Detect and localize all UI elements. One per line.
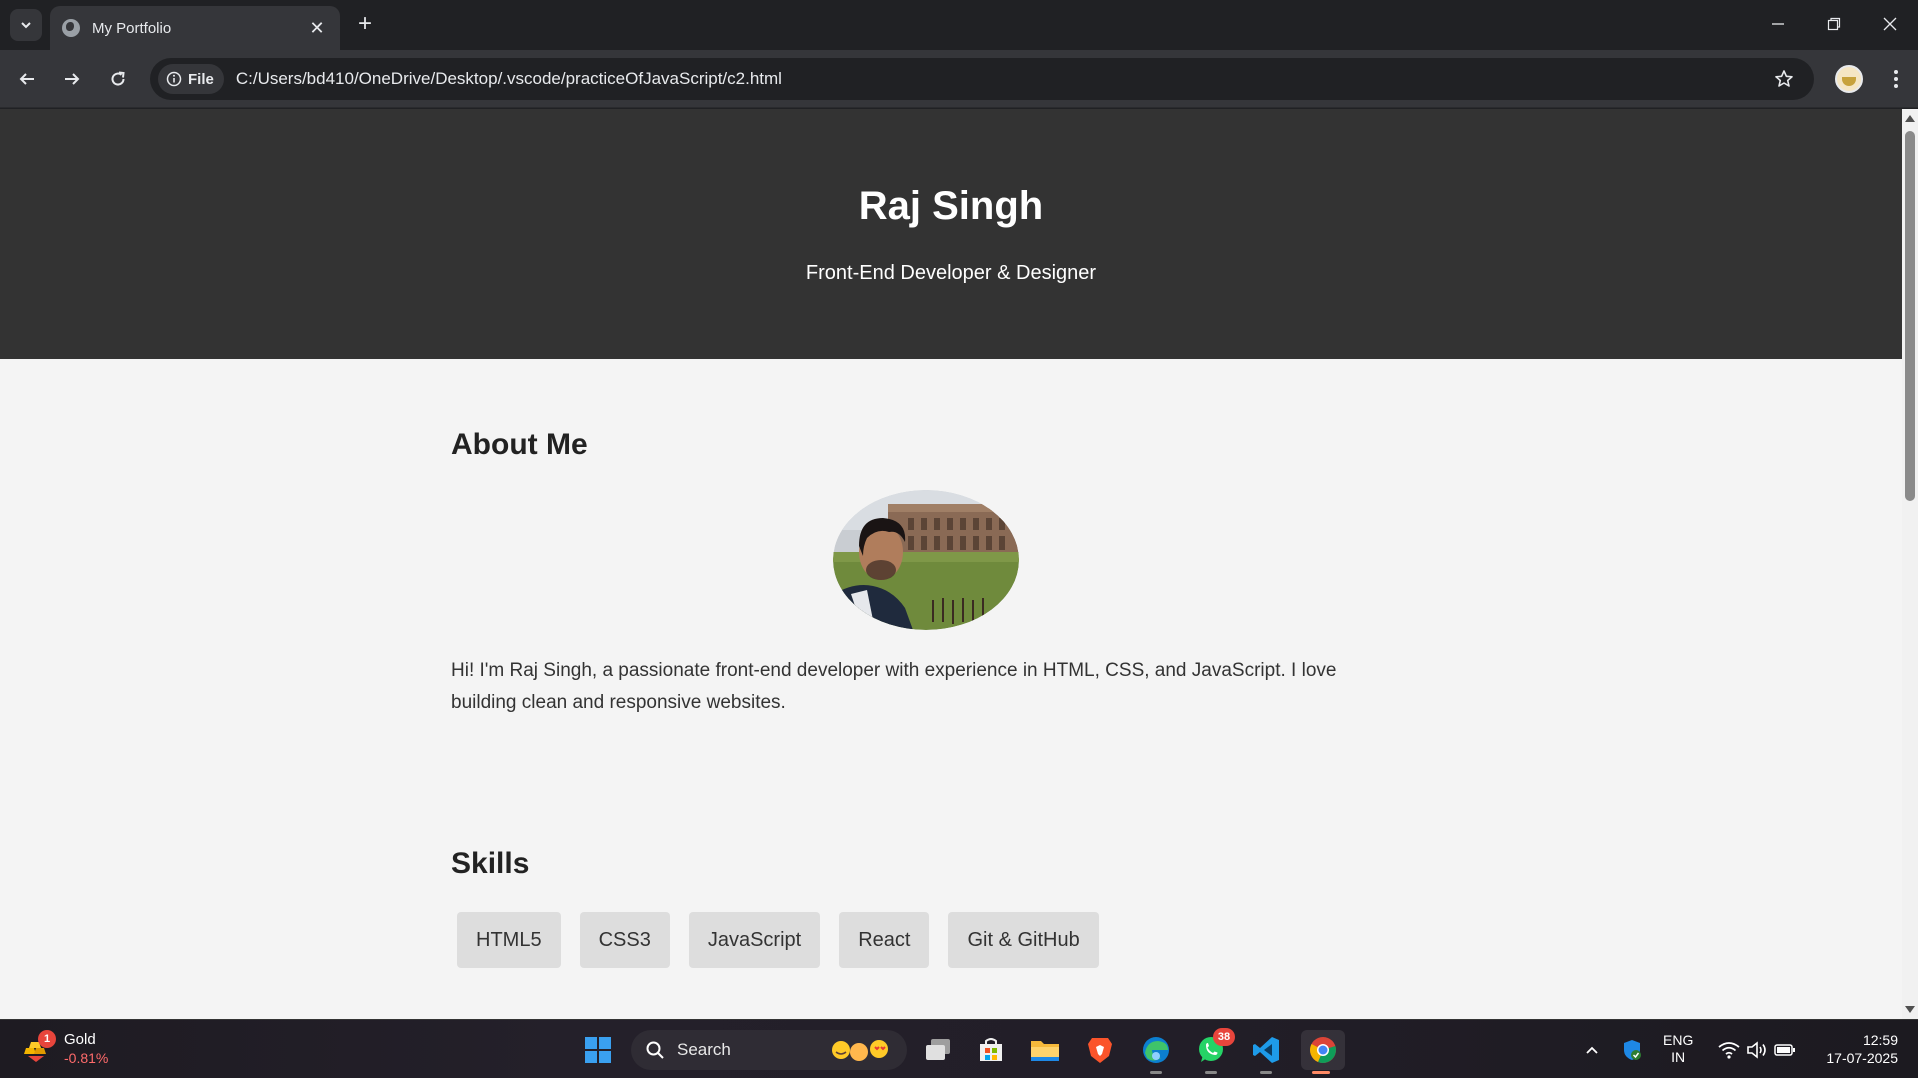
microsoft-store-button[interactable] (971, 1030, 1011, 1070)
reload-icon (111, 71, 125, 86)
skills-list: HTML5 CSS3 JavaScript React Git & GitHub (451, 912, 1401, 968)
vscode-icon (1253, 1037, 1279, 1063)
vertical-scrollbar[interactable] (1902, 109, 1918, 1019)
url-text[interactable]: C:/Users/bd410/OneDrive/Desktop/.vscode/… (236, 69, 1768, 89)
store-icon (980, 1038, 1002, 1061)
taskbar-search[interactable]: Search (631, 1030, 907, 1070)
back-button[interactable] (11, 63, 43, 95)
about-heading: About Me (451, 428, 588, 461)
skill-tag-html5: HTML5 (457, 912, 561, 968)
clock-time: 12:59 (1862, 1032, 1898, 1048)
browser-menu-button[interactable] (1880, 63, 1912, 95)
tab-search-button[interactable] (10, 9, 42, 41)
system-clock[interactable]: 12:59 17-07-2025 (1826, 1031, 1898, 1067)
skill-tag-git-github: Git & GitHub (948, 912, 1099, 968)
widget-change: -0.81% (64, 1050, 109, 1066)
region-code: IN (1671, 1049, 1686, 1065)
quick-settings-button[interactable] (1712, 1030, 1802, 1070)
show-hidden-icons-button[interactable] (1575, 1030, 1609, 1070)
file-chip-label: File (188, 70, 214, 88)
profile-photo-wrapper (451, 490, 1401, 635)
security-tray-button[interactable] (1615, 1030, 1649, 1070)
profile-photo (833, 490, 1019, 630)
chevron-up-icon (1586, 1046, 1598, 1054)
tab-title: My Portfolio (92, 19, 172, 37)
running-indicator (1150, 1071, 1162, 1074)
skill-tag-javascript: JavaScript (688, 912, 821, 968)
minimize-icon (1772, 23, 1784, 25)
language-code: ENG (1663, 1032, 1694, 1048)
widget-name: Gold (64, 1031, 96, 1048)
close-icon (1883, 17, 1897, 31)
file-explorer-button[interactable] (1025, 1030, 1065, 1070)
reload-button[interactable] (102, 63, 134, 95)
arrow-left-icon (19, 73, 34, 85)
scrollbar-thumb[interactable] (1905, 131, 1915, 501)
bookmark-button[interactable] (1768, 63, 1800, 95)
edge-browser-button[interactable] (1136, 1030, 1176, 1074)
task-view-button[interactable] (918, 1030, 958, 1070)
close-window-button[interactable] (1862, 0, 1918, 48)
page-viewport: Raj Singh Front-End Developer & Designer… (0, 109, 1918, 1019)
globe-icon (62, 19, 80, 37)
portfolio-page: Raj Singh Front-End Developer & Designer… (0, 109, 1902, 968)
arrow-right-icon (65, 73, 80, 85)
active-indicator (1312, 1071, 1330, 1074)
chrome-button[interactable] (1301, 1030, 1345, 1074)
start-button[interactable] (578, 1030, 618, 1070)
scroll-up-arrow-icon[interactable] (1905, 115, 1915, 122)
star-icon (1775, 70, 1793, 87)
site-info-chip[interactable]: File (158, 64, 224, 94)
search-icon (646, 1041, 664, 1059)
active-tab[interactable]: My Portfolio ✕ (50, 6, 340, 50)
input-language-indicator[interactable]: ENG IN (1663, 1032, 1693, 1066)
page-title: Raj Singh (858, 184, 1044, 228)
search-label: Search (677, 1040, 731, 1059)
brave-lion-icon (1088, 1038, 1112, 1063)
new-tab-button[interactable]: + (352, 12, 378, 38)
forward-button[interactable] (56, 63, 88, 95)
task-view-icon (926, 1039, 950, 1060)
skill-tag-css3: CSS3 (579, 912, 670, 968)
restore-icon (1827, 17, 1841, 31)
chrome-icon (1310, 1037, 1336, 1063)
shield-icon (1624, 1040, 1641, 1060)
market-widget[interactable]: 1 Gold -0.81% (22, 1028, 162, 1070)
emoji-highlight-icon (832, 1040, 888, 1061)
widget-badge: 1 (38, 1030, 56, 1048)
taskbar: 1 Gold -0.81% Search 38 ENG IN 12:59 17-… (0, 1019, 1918, 1078)
about-section: About Me Hi! I'm Raj Singh, a passionate… (451, 359, 1401, 968)
close-tab-icon[interactable]: ✕ (306, 17, 328, 39)
scroll-down-arrow-icon[interactable] (1905, 1006, 1915, 1013)
skill-tag-react: React (839, 912, 930, 968)
kebab-menu-icon (1894, 70, 1898, 88)
profile-avatar[interactable] (1835, 65, 1863, 93)
folder-icon (1031, 1041, 1059, 1061)
skills-heading: Skills (451, 847, 530, 880)
wifi-icon (1718, 1042, 1740, 1059)
hero-header: Raj Singh Front-End Developer & Designer (0, 109, 1902, 359)
brave-browser-button[interactable] (1080, 1030, 1120, 1070)
battery-icon (1774, 1044, 1795, 1056)
info-icon (166, 71, 182, 87)
clock-date: 17-07-2025 (1826, 1050, 1898, 1066)
notification-badge: 38 (1213, 1028, 1235, 1046)
vscode-button[interactable] (1246, 1030, 1286, 1074)
tab-strip: My Portfolio ✕ + (0, 0, 1918, 50)
edge-icon (1143, 1037, 1169, 1063)
minimize-button[interactable] (1750, 0, 1806, 48)
running-indicator (1205, 1071, 1217, 1074)
chevron-down-icon (21, 22, 31, 29)
running-indicator (1260, 1071, 1272, 1074)
page-tagline: Front-End Developer & Designer (805, 262, 1097, 284)
restore-button[interactable] (1806, 0, 1862, 48)
address-bar[interactable]: File C:/Users/bd410/OneDrive/Desktop/.vs… (150, 58, 1814, 100)
volume-icon (1747, 1041, 1766, 1059)
about-text: Hi! I'm Raj Singh, a passionate front-en… (451, 660, 1337, 713)
windows-logo-icon (585, 1037, 611, 1063)
browser-toolbar: File C:/Users/bd410/OneDrive/Desktop/.vs… (0, 50, 1918, 108)
whatsapp-button[interactable]: 38 (1191, 1028, 1235, 1074)
